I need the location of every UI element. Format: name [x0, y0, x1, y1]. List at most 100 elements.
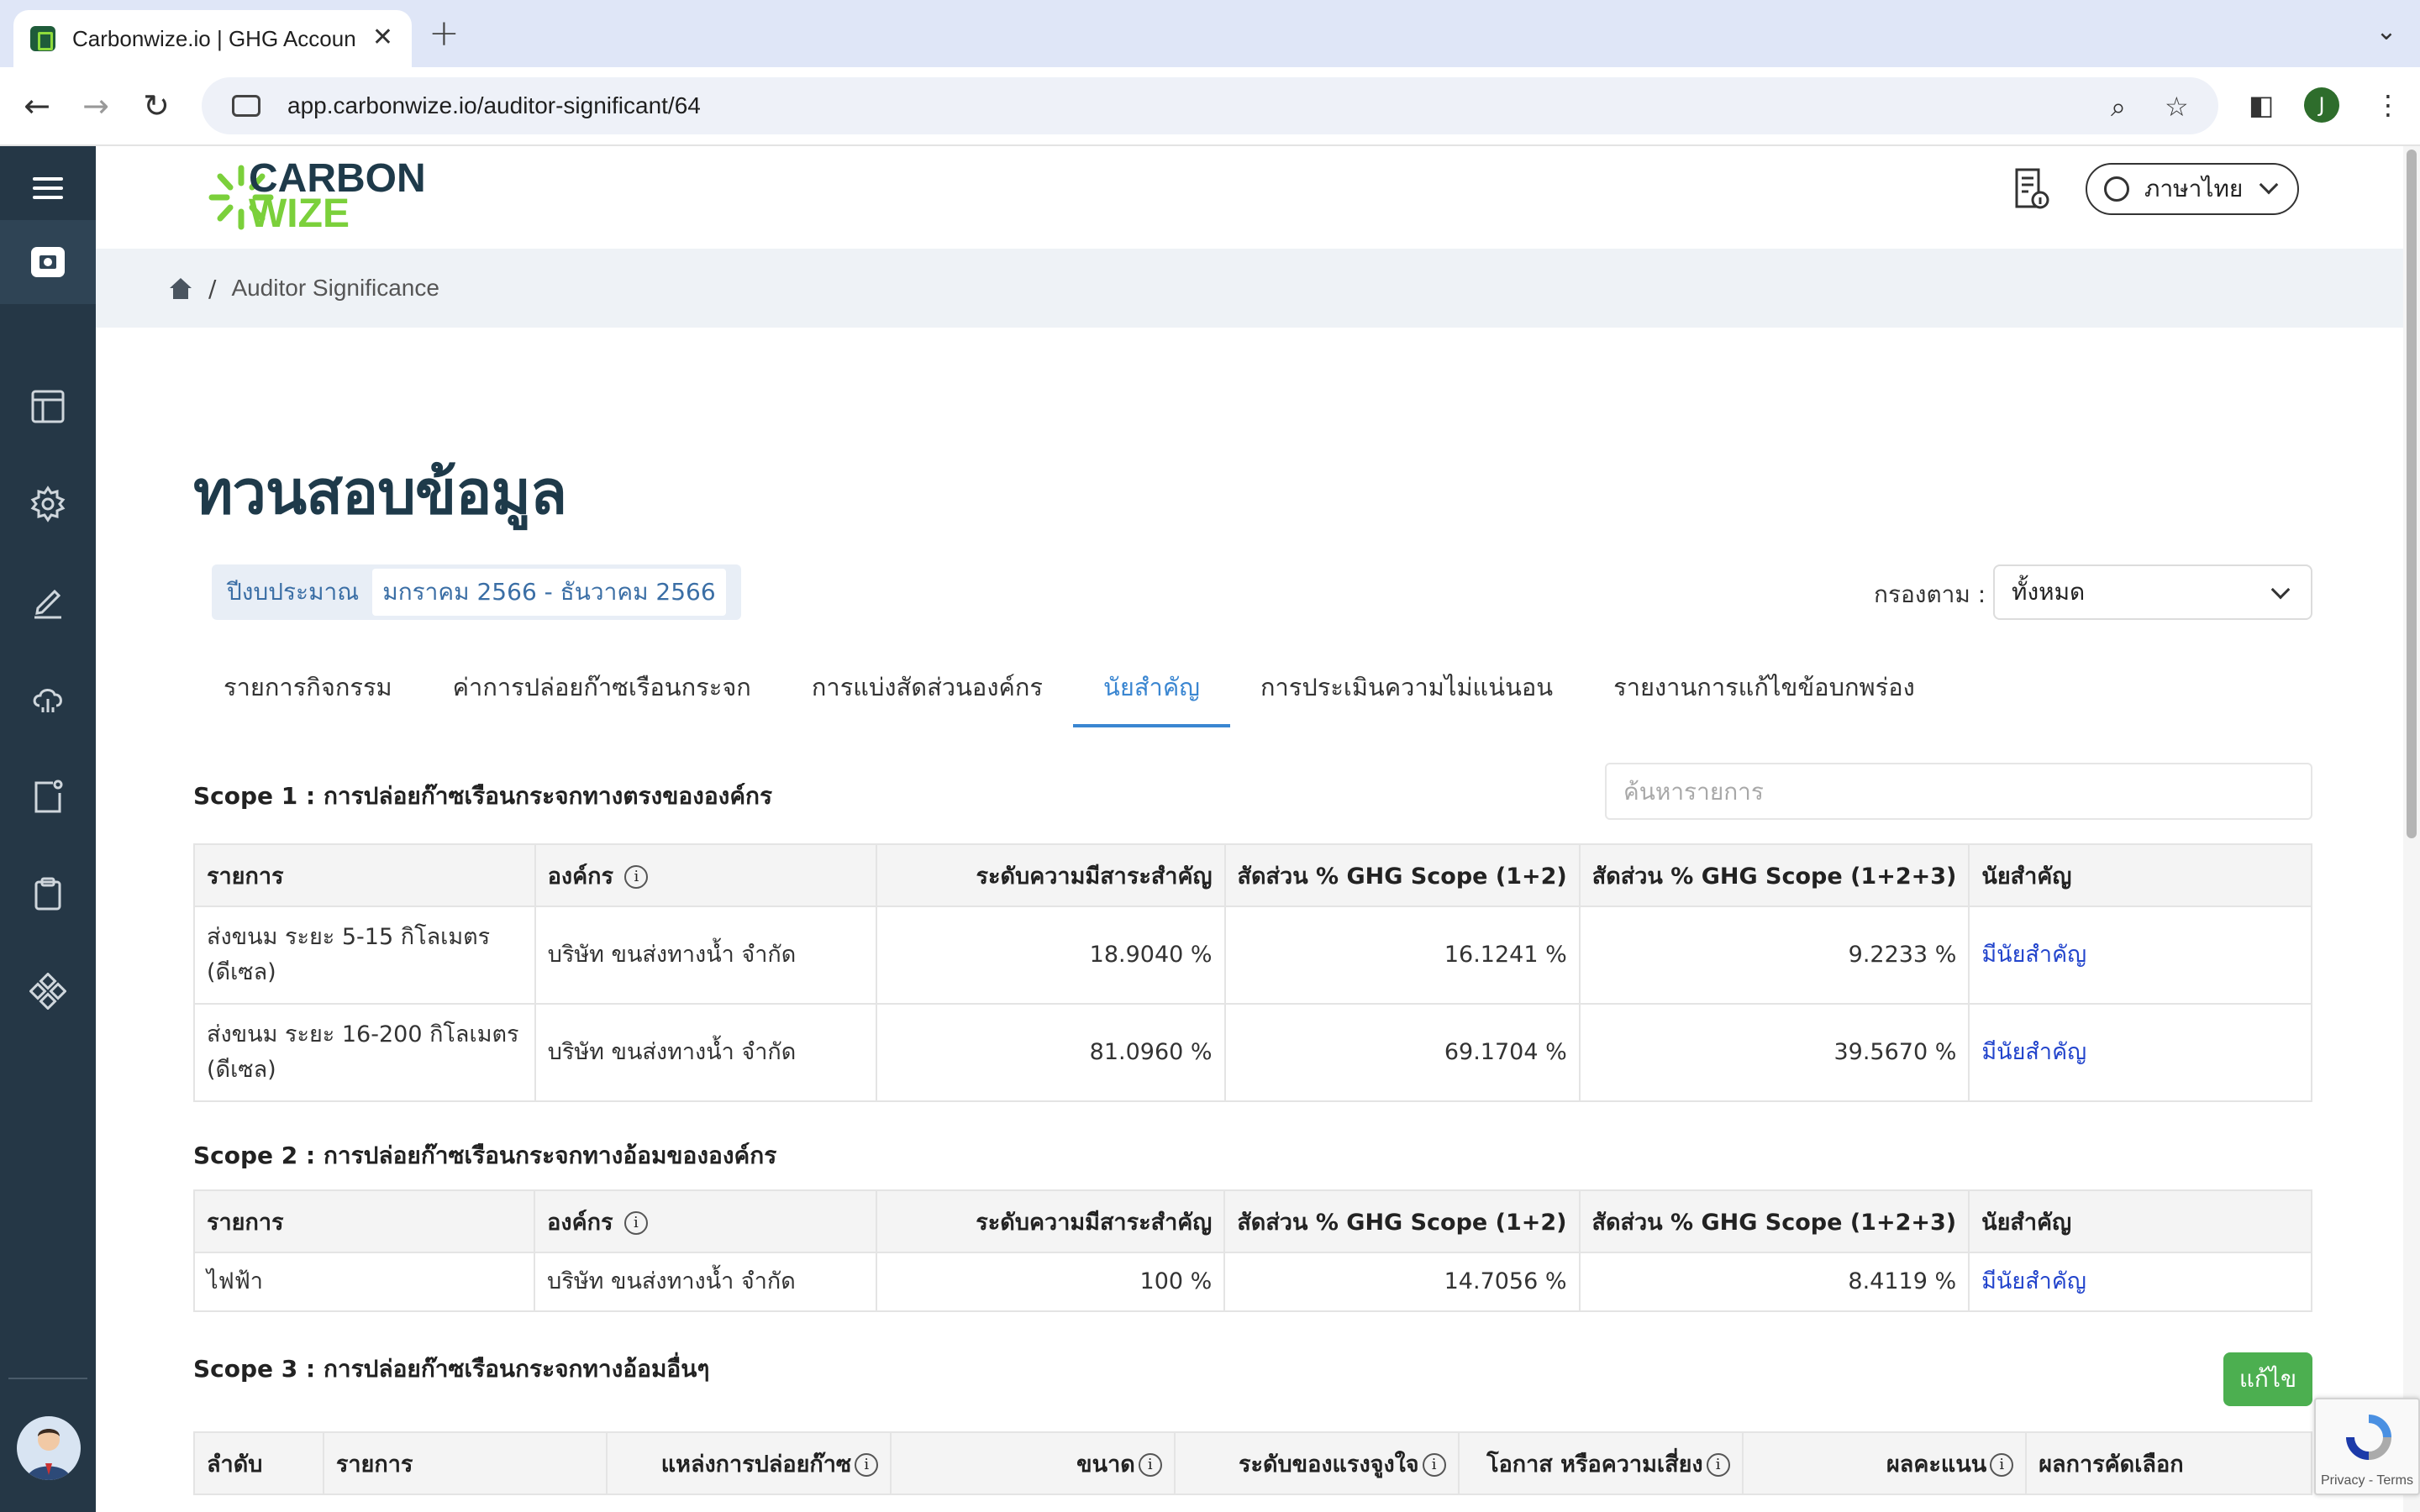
scope2-title: Scope 2 : การปล่อยก๊าซเรือนกระจกทางอ้อมข… [193, 1142, 777, 1169]
info-icon[interactable]: i [1422, 1453, 1446, 1477]
address-bar[interactable]: app.carbonwize.io/auditor-significant/64… [202, 77, 2218, 134]
tab-bar: รายการกิจกรรม ค่าการปล่อยก๊าซเรือนกระจก … [193, 664, 1945, 727]
tab-significance[interactable]: นัยสำคัญ [1073, 664, 1230, 727]
column-header-label: แหล่งการปล่อยก๊าซ [660, 1451, 852, 1478]
table-row: ส่งขนม ระยะ 16-200 กิโลเมตร (ดีเซล) บริษ… [193, 1003, 2312, 1102]
user-avatar[interactable] [17, 1416, 81, 1480]
column-header: ระดับของแรงจูงใจ i [1173, 1431, 1460, 1495]
recaptcha-links[interactable]: Privacy - Terms [2321, 1473, 2413, 1488]
scope123-cell: 8.4119 % [1578, 1252, 1970, 1312]
tab-emission-factors[interactable]: ค่าการปล่อยก๊าซเรือนกระจก [423, 664, 781, 727]
info-icon[interactable]: i [855, 1453, 879, 1477]
tab-activities[interactable]: รายการกิจกรรม [193, 664, 423, 727]
budget-label: ปีงบประมาณ [227, 578, 360, 606]
org-cell: บริษัท ขนส่งทางน้ำ จำกัด [534, 906, 878, 1005]
significance-link[interactable]: มีนัยสำคัญ [1968, 1252, 2312, 1312]
item-cell: ส่งขนม ระยะ 5-15 กิโลเมตร (ดีเซล) [193, 906, 536, 1005]
site-info-icon[interactable] [232, 95, 260, 117]
column-header: รายการ [322, 1431, 608, 1495]
sidebar-item-edit[interactable] [0, 559, 96, 643]
table-row: ส่งขนม ระยะ 5-15 กิโลเมตร (ดีเซล) บริษัท… [193, 906, 2312, 1005]
sidebar-item-modules[interactable] [0, 949, 96, 1033]
significance-link[interactable]: มีนัยสำคัญ [1968, 906, 2312, 1005]
camera-icon [31, 247, 65, 277]
zoom-icon[interactable]: ⌕ [2111, 91, 2126, 123]
table-header-row: รายการ องค์กร i ระดับความมีสาระสำคัญ สัด… [192, 1189, 2312, 1253]
scope1-table: รายการ องค์กร i ระดับความมีสาระสำคัญ สัด… [193, 843, 2312, 1102]
chevron-down-icon [2259, 175, 2279, 195]
column-header: ระดับความมีสาระสำคัญ [875, 1189, 1226, 1253]
gear-icon [30, 486, 66, 522]
back-icon[interactable]: ← [20, 89, 54, 123]
modules-grid-icon [29, 973, 66, 1010]
budget-value: มกราคม 2566 - ธันวาคม 2566 [372, 569, 726, 616]
info-icon[interactable]: i [1706, 1453, 1730, 1477]
table-header-row: รายการ องค์กร i ระดับความมีสาระสำคัญ สัด… [193, 843, 2312, 907]
scope3-title: Scope 3 : การปล่อยก๊าซเรือนกระจกทางอ้อมอ… [193, 1355, 710, 1383]
materiality-cell: 81.0960 % [876, 1003, 1226, 1102]
tab-corrective-report[interactable]: รายงานการแก้ไขข้อบกพร่อง [1583, 664, 1945, 727]
sidebar-item-settings[interactable] [0, 462, 96, 546]
column-header-label: ระดับของแรงจูงใจ [1239, 1451, 1419, 1478]
browser-menu-icon[interactable]: ⋮ [2375, 89, 2402, 121]
app-header: CARBON WIZE [96, 146, 2403, 249]
hamburger-menu-button[interactable] [0, 146, 96, 230]
logo-text: CARBON WIZE [249, 159, 426, 234]
sidebar-item-clipboard[interactable] [0, 852, 96, 936]
browser-tab[interactable]: Carbonwize.io | GHG Accoun ✕ [13, 10, 412, 67]
manual-info-icon[interactable] [2010, 165, 2050, 212]
edit-button[interactable]: แก้ไข [2223, 1352, 2312, 1406]
scope12-cell: 14.7056 % [1223, 1252, 1581, 1312]
column-header: ระดับความมีสาระสำคัญ [876, 843, 1226, 907]
app-sidebar [0, 146, 96, 1512]
reload-icon[interactable]: ↻ [139, 89, 173, 123]
column-header: สัดส่วน % GHG Scope (1+2) [1223, 1189, 1581, 1253]
page-scrollbar[interactable] [2403, 146, 2420, 1512]
new-tab-icon[interactable]: + [429, 12, 460, 55]
scope123-cell: 39.5670 % [1578, 1003, 1970, 1102]
side-panel-icon[interactable]: ◧ [2249, 89, 2274, 121]
org-cell: บริษัท ขนส่งทางน้ำ จำกัด [534, 1252, 877, 1312]
sidebar-item-reports[interactable] [0, 754, 96, 838]
info-icon[interactable]: i [623, 1211, 648, 1235]
tab-search-chevron-icon[interactable]: ⌄ [2371, 17, 2402, 47]
column-header: องค์กร i [534, 1189, 877, 1253]
forward-icon[interactable]: → [79, 89, 113, 123]
profile-avatar[interactable]: J [2304, 87, 2339, 123]
cloud-upload-icon [33, 689, 62, 712]
recaptcha-icon [2346, 1415, 2391, 1460]
budget-period: ปีงบประมาณ มกราคม 2566 - ธันวาคม 2566 [212, 564, 741, 620]
sidebar-divider [8, 1378, 87, 1379]
carbonwize-favicon-icon [30, 26, 55, 51]
page-title: ทวนสอบข้อมูล [193, 457, 567, 528]
language-select[interactable]: ภาษาไทย [2086, 163, 2299, 215]
column-header: ลำดับ [193, 1431, 324, 1495]
filter-select[interactable]: ทั้งหมด [1993, 564, 2312, 620]
filter-value: ทั้งหมด [2012, 578, 2086, 606]
significance-link[interactable]: มีนัยสำคัญ [1968, 1003, 2312, 1102]
column-header: ผลคะแนน i [1741, 1431, 2028, 1495]
column-header: รายการ [192, 1189, 536, 1253]
close-tab-icon[interactable]: ✕ [372, 25, 393, 50]
sidebar-item-cloud[interactable] [0, 657, 96, 741]
scope123-cell: 9.2233 % [1578, 906, 1970, 1005]
breadcrumb-current: Auditor Significance [231, 275, 439, 301]
tab-uncertainty[interactable]: การประเมินความไม่แน่นอน [1230, 664, 1583, 727]
scope12-cell: 69.1704 % [1223, 1003, 1581, 1102]
sidebar-item-camera[interactable] [0, 220, 96, 304]
breadcrumb-separator: / [208, 274, 217, 302]
search-input[interactable] [1605, 763, 2312, 820]
info-icon[interactable]: i [624, 865, 649, 889]
scrollbar-thumb[interactable] [2407, 150, 2417, 838]
info-icon[interactable]: i [1990, 1453, 2014, 1477]
column-header: สัดส่วน % GHG Scope (1+2) [1223, 843, 1581, 907]
info-icon[interactable]: i [1138, 1453, 1162, 1477]
column-header: ขนาด i [890, 1431, 1176, 1495]
sidebar-item-dashboard[interactable] [0, 365, 96, 449]
recaptcha-badge[interactable]: Privacy - Terms [2314, 1398, 2420, 1495]
home-icon[interactable] [168, 276, 193, 300]
bookmark-star-icon[interactable]: ☆ [2165, 91, 2189, 123]
dashboard-layout-icon [31, 390, 65, 423]
tab-allocation[interactable]: การแบ่งสัดส่วนองค์กร [781, 664, 1073, 727]
table-header-row: ลำดับ รายการ แหล่งการปล่อยก๊าซ i ขนาด i ระ… [193, 1431, 2312, 1495]
